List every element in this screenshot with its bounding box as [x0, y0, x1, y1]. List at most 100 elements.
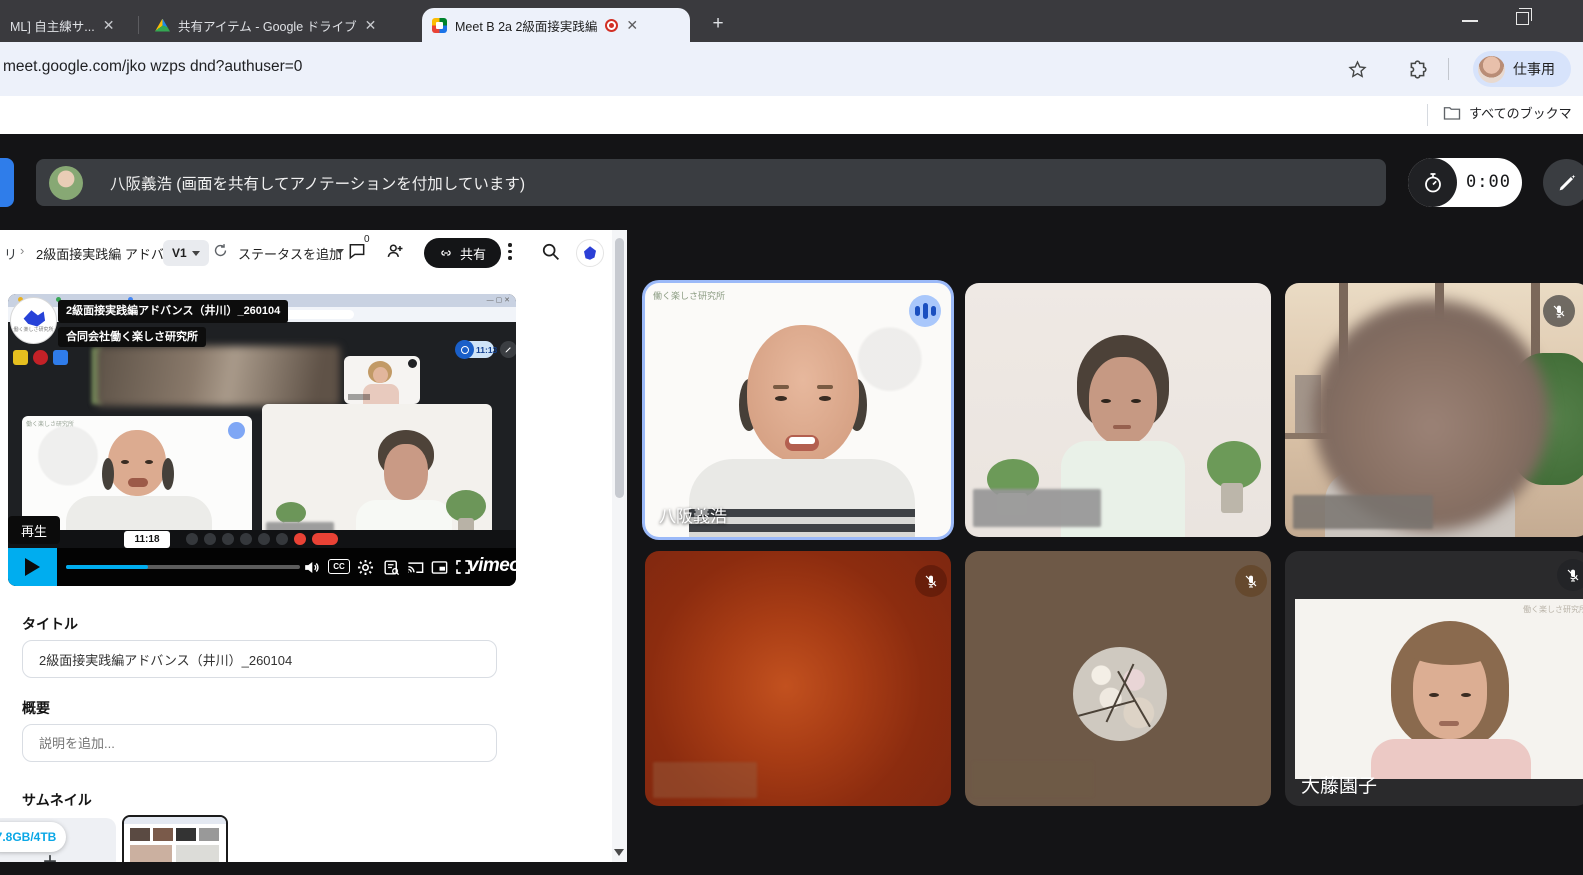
window-maximize-button[interactable]	[1516, 12, 1529, 25]
remote-breadcrumb-current: 2級面接実践編 アドバ...	[36, 244, 175, 263]
remote-title-input	[22, 640, 497, 678]
banner-edge-button[interactable]	[0, 158, 14, 207]
in-video-mic-icon	[408, 359, 417, 368]
tab-3-active[interactable]: Meet B 2a 2級面接実践編 ✕	[422, 8, 690, 42]
remote-desc-input	[22, 724, 497, 762]
tab-close-icon[interactable]: ✕	[103, 18, 115, 32]
bookmark-star-icon[interactable]	[1344, 56, 1370, 82]
presenter-avatar	[49, 166, 83, 200]
version-label: V1	[172, 246, 187, 260]
transcript-icon	[380, 556, 402, 578]
remote-video-player: — ▢ ✕ 働く楽しさ研究所 2級面接実践編アドバンス（井川）_260104 合…	[8, 294, 516, 586]
participant-video: 働く楽しさ研究所	[1295, 599, 1583, 779]
remote-thumbnail-label: サムネイル	[22, 790, 92, 810]
participant-name-redacted	[653, 762, 757, 798]
in-video-timer: 11:13	[456, 341, 494, 358]
settings-gear-icon	[354, 556, 376, 578]
mic-off-icon	[1557, 559, 1583, 591]
screen: ML] 自主練サ... ✕ 共有アイテム - Google ドライブ ✕ Mee…	[0, 0, 1583, 875]
remote-desc-label: 概要	[22, 698, 50, 718]
folder-icon	[1443, 105, 1461, 121]
scrollbar-down-arrow-icon	[614, 849, 624, 856]
meet-main-area: 八阪義浩 (画面を共有してアノテーションを付加しています) 0:00 リ › 2…	[0, 134, 1583, 875]
channel-badges	[13, 350, 68, 365]
participant-avatar-photo	[1073, 647, 1167, 741]
scrollbar-thumb	[615, 238, 624, 498]
stopwatch-icon	[1408, 158, 1457, 207]
participant-body	[1371, 739, 1531, 779]
more-options-icon	[508, 243, 512, 260]
company-logo-text: 働く楽しさ研究所	[13, 328, 53, 334]
logo-blob-icon	[581, 244, 599, 262]
link-icon	[439, 246, 453, 260]
company-logo: 働く楽しさ研究所	[10, 297, 57, 344]
in-video-audio-icon	[228, 422, 245, 439]
participant-tile-2[interactable]	[965, 283, 1271, 537]
participant-name: 八阪義浩	[659, 502, 727, 527]
new-tab-button[interactable]: +	[704, 10, 732, 38]
participant-tile-4[interactable]	[645, 551, 951, 806]
in-video-stopwatch-icon	[455, 340, 474, 359]
remote-storage-badge: 7.8GB/4TB	[0, 822, 66, 852]
omnibox-url[interactable]: meet.google.com/jko wzps dnd?authuser=0	[3, 58, 302, 76]
speaking-indicator-icon	[909, 295, 941, 327]
background-watermark: 働く楽しさ研究所	[1523, 604, 1583, 615]
tab-1[interactable]: ML] 自主練サ... ✕	[0, 8, 132, 42]
add-person-icon	[385, 241, 405, 261]
meeting-timer[interactable]: 0:00	[1408, 158, 1522, 207]
profile-avatar	[1478, 56, 1505, 83]
participant-tile-1[interactable]: 働く楽しさ研究所 八阪義浩	[645, 283, 951, 537]
remote-account-avatar	[576, 239, 604, 267]
participant-tile-5[interactable]	[965, 551, 1271, 806]
profile-chip[interactable]: 仕事用	[1473, 51, 1571, 87]
presenter-banner-text: 八阪義浩 (画面を共有してアノテーションを付加しています)	[110, 172, 525, 194]
share-label: 共有	[460, 244, 486, 263]
tab-divider	[138, 16, 139, 34]
mic-off-icon	[1543, 295, 1575, 327]
search-icon	[540, 241, 561, 262]
all-bookmarks-folder[interactable]: すべてのブックマ	[1443, 103, 1583, 122]
volume-icon	[300, 556, 322, 578]
comments-badge: 0	[364, 234, 370, 245]
tab-close-icon[interactable]: ✕	[626, 18, 638, 32]
seek-time-tooltip: 11:18	[124, 531, 170, 548]
blue-badge-icon	[53, 350, 68, 365]
in-video-small-tile	[344, 356, 420, 404]
tab-2[interactable]: 共有アイテム - Google ドライブ ✕	[145, 8, 403, 42]
recording-indicator-icon	[605, 19, 618, 32]
tab-3-label: Meet B 2a 2級面接実践編	[455, 16, 597, 35]
remote-scrollbar	[612, 230, 627, 862]
in-video-meet-toolbar	[8, 530, 516, 548]
participant-tile-3[interactable]	[1285, 283, 1583, 537]
captions-icon: CC	[328, 559, 350, 574]
vimeo-logo: vimeo	[468, 555, 516, 577]
chevron-down-icon	[336, 249, 344, 254]
remote-title-label: タイトル	[22, 614, 78, 634]
seek-bar	[66, 565, 300, 569]
video-subtitle-overlay: 合同会社働く楽しさ研究所	[58, 327, 206, 347]
shared-screen-presentation[interactable]: リ › 2級面接実践編 アドバ... V1 ステータスを追加 0 共有	[0, 230, 627, 862]
tab-close-icon[interactable]: ✕	[365, 18, 377, 32]
video-title-overlay: 2級面接実践編アドバンス（井川）_260104	[58, 300, 288, 323]
remote-version-chip: V1	[163, 240, 209, 266]
participant-name-redacted	[1293, 495, 1433, 529]
pip-icon	[428, 556, 450, 578]
play-tooltip: 再生	[8, 516, 60, 544]
extensions-icon[interactable]	[1404, 56, 1430, 82]
bookmarks-bar: すべてのブックマ	[0, 96, 1583, 134]
timer-value: 0:00	[1466, 172, 1511, 192]
mic-off-icon	[1235, 565, 1267, 597]
breadcrumb-chevron-icon: ›	[20, 243, 24, 258]
participant-tile-6[interactable]: 働く楽しさ研究所 大藤園子	[1285, 551, 1583, 806]
background-watermark: 働く楽しさ研究所	[653, 289, 725, 302]
window-minimize-button[interactable]	[1462, 20, 1478, 22]
in-video-tile-man2	[262, 404, 492, 548]
presenter-banner: 八阪義浩 (画面を共有してアノテーションを付加しています)	[36, 159, 1386, 206]
mic-off-icon	[915, 565, 947, 597]
refresh-icon	[212, 242, 229, 259]
in-video-pen-icon	[500, 341, 516, 358]
annotation-pen-button[interactable]	[1543, 159, 1583, 206]
tab-2-label: 共有アイテム - Google ドライブ	[178, 16, 357, 35]
in-video-name-redacted	[348, 394, 370, 400]
seek-bar-fill	[66, 565, 148, 569]
